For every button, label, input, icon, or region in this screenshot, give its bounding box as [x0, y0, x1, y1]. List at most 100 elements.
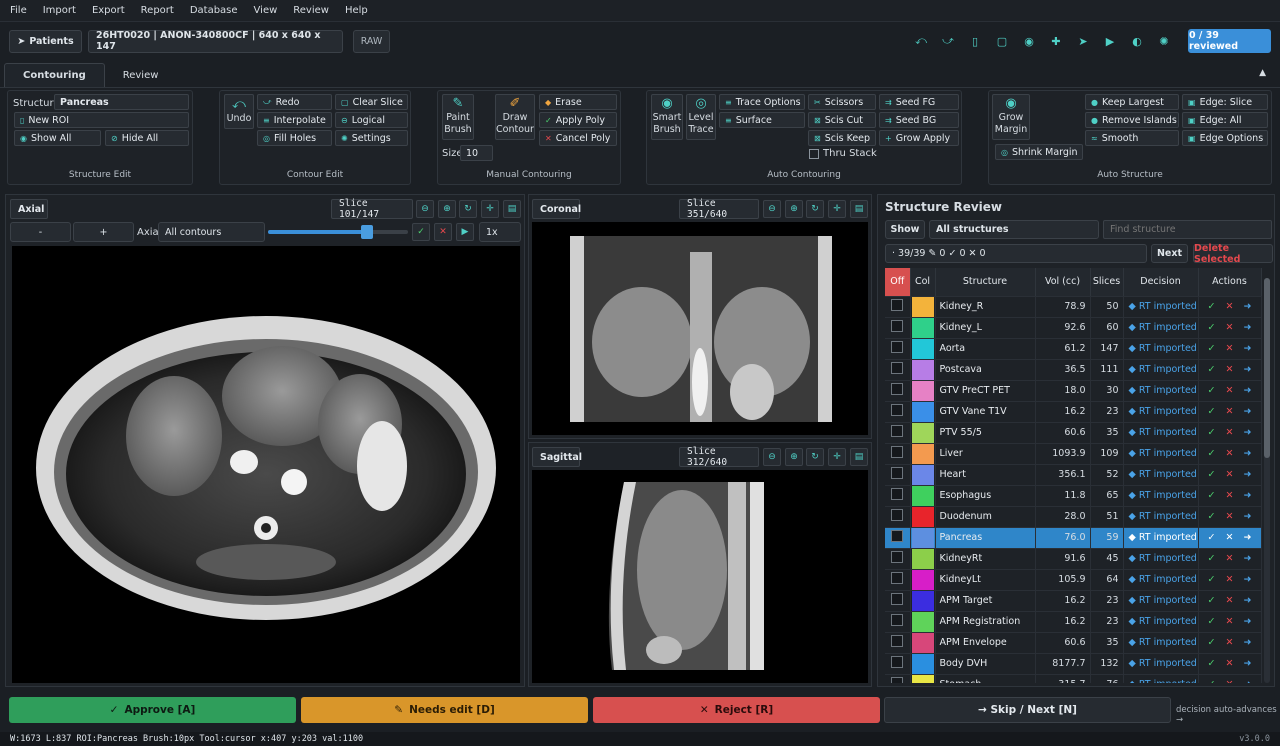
reject-row-icon[interactable]: ✕ [1221, 511, 1239, 522]
decision-cell[interactable]: ◆ RT imported [1123, 359, 1199, 381]
zoom-out-icon[interactable]: ⊖ [416, 200, 434, 218]
table-row[interactable]: Stomach315.776◆ RT imported ✓✕➜ [885, 674, 1262, 683]
decision-cell[interactable]: ◆ RT imported [1123, 401, 1199, 423]
approve-row-icon[interactable]: ✓ [1203, 511, 1221, 522]
decision-cell[interactable]: ◆ RT imported [1123, 464, 1199, 486]
layout-icon[interactable]: ▤ [503, 200, 521, 218]
menu-review[interactable]: Review [287, 5, 335, 16]
reject-row-icon[interactable]: ✕ [1221, 679, 1239, 683]
goto-row-icon[interactable]: ➜ [1239, 595, 1257, 606]
smooth-button[interactable]: ≈ Smooth [1085, 130, 1179, 146]
grow-apply-button[interactable]: + Grow Apply [879, 130, 959, 146]
seed-bg-button[interactable]: ⇉ Seed BG [879, 112, 959, 128]
zoom-in-icon[interactable]: ⊕ [785, 200, 803, 218]
approve-row-icon[interactable]: ✓ [1203, 406, 1221, 417]
reject-row-icon[interactable]: ✕ [1221, 301, 1239, 312]
header-decision[interactable]: Decision [1123, 268, 1199, 297]
approve-row-icon[interactable]: ✓ [1203, 427, 1221, 438]
menu-help[interactable]: Help [339, 5, 374, 16]
decision-cell[interactable]: ◆ RT imported [1123, 527, 1199, 549]
approve-row-icon[interactable]: ✓ [1203, 532, 1221, 543]
table-row[interactable]: APM Registration 16.2 23 ◆ RT imported ✓ ✕ ➜ [885, 611, 1262, 633]
table-row[interactable]: Duodenum 28.0 51 ◆ RT imported ✓ ✕ ➜ [885, 506, 1262, 528]
slice-slider[interactable] [268, 225, 408, 239]
visibility-toggle[interactable] [885, 359, 911, 381]
visibility-toggle[interactable] [885, 422, 911, 444]
next-button[interactable]: Next [1151, 244, 1188, 263]
reset-icon[interactable]: ↻ [806, 448, 824, 466]
approve-row-icon[interactable]: ✓ [1203, 322, 1221, 333]
undo-button[interactable]: ⤺ Undo [224, 94, 254, 129]
approve-row-icon[interactable]: ✓ [1203, 616, 1221, 627]
goto-row-icon[interactable]: ➜ [1239, 301, 1257, 312]
table-row[interactable]: Body DVH 8177.7 132 ◆ RT imported ✓ ✕ ➜ [885, 653, 1262, 675]
color-swatch[interactable] [911, 422, 934, 442]
goto-row-icon[interactable]: ➜ [1239, 553, 1257, 564]
zoom-in-icon[interactable]: ⊕ [438, 200, 456, 218]
reject-row-icon[interactable]: ✕ [1221, 427, 1239, 438]
visibility-toggle[interactable] [885, 527, 911, 549]
scissors-button[interactable]: ✂ Scissors [808, 94, 876, 110]
goto-row-icon[interactable]: ➜ [1239, 637, 1257, 648]
show-all-button[interactable]: ◉ Show All [14, 130, 101, 146]
goto-row-icon[interactable]: ➜ [1239, 427, 1257, 438]
table-row[interactable]: APM Envelope 60.6 35 ◆ RT imported ✓ ✕ ➜ [885, 632, 1262, 654]
crosshair-icon[interactable]: ✛ [828, 200, 846, 218]
decision-cell[interactable]: ◆ RT imported [1123, 443, 1199, 465]
color-swatch[interactable] [911, 506, 934, 526]
color-swatch[interactable] [911, 527, 934, 547]
redo-icon[interactable]: ⤻ [937, 30, 959, 52]
approve-row-icon[interactable]: ✓ [1203, 658, 1221, 669]
table-row[interactable]: Kidney_R 78.9 50 ◆ RT imported ✓ ✕ ➜ [885, 296, 1262, 318]
play-icon[interactable]: ▶ [456, 223, 474, 241]
table-row[interactable]: PTV 55/5 60.6 35 ◆ RT imported ✓ ✕ ➜ [885, 422, 1262, 444]
settings-button[interactable]: ✺ Settings [335, 130, 408, 146]
zoom-out-icon[interactable]: ⊖ [763, 200, 781, 218]
patients-button[interactable]: ➤ Patients [9, 29, 82, 53]
visibility-toggle[interactable] [885, 611, 911, 633]
visibility-toggle[interactable] [885, 338, 911, 360]
document-icon[interactable]: ▯ [964, 30, 986, 52]
reject-row-icon[interactable]: ✕ [1221, 595, 1239, 606]
reset-icon[interactable]: ↻ [806, 200, 824, 218]
goto-row-icon[interactable]: ➜ [1239, 385, 1257, 396]
clear-slice-button[interactable]: ▢ Clear Slice [335, 94, 408, 110]
decision-cell[interactable]: ◆ RT imported [1123, 506, 1199, 528]
header-off[interactable]: Off [885, 268, 911, 297]
patient-info-field[interactable]: 26HT0020 | ANON-340800CF | 640 x 640 x 1… [88, 29, 343, 53]
layout-icon[interactable]: ▤ [850, 200, 868, 218]
approve-row-icon[interactable]: ✓ [1203, 679, 1221, 683]
reviewed-counter[interactable]: 0 / 39 reviewed [1188, 29, 1271, 53]
approve-row-icon[interactable]: ✓ [1203, 574, 1221, 585]
menu-report[interactable]: Report [135, 5, 180, 16]
undo-icon[interactable]: ⤺ [910, 30, 932, 52]
goto-row-icon[interactable]: ➜ [1239, 658, 1257, 669]
menu-view[interactable]: View [248, 5, 284, 16]
color-swatch[interactable] [911, 611, 934, 631]
approve-row-icon[interactable]: ✓ [1203, 343, 1221, 354]
table-scrollbar[interactable] [1264, 278, 1270, 683]
level-trace-button[interactable]: ◎ Level Trace [686, 94, 716, 140]
visibility-toggle[interactable] [885, 317, 911, 339]
approve-row-icon[interactable]: ✓ [1203, 490, 1221, 501]
approve-row-icon[interactable]: ✓ [1203, 595, 1221, 606]
decision-cell[interactable]: ◆ RT imported [1123, 380, 1199, 402]
reject-row-icon[interactable]: ✕ [1221, 616, 1239, 627]
reject-row-icon[interactable]: ✕ [1221, 448, 1239, 459]
logical-button[interactable]: ⊖ Logical [335, 112, 408, 128]
reset-icon[interactable]: ↻ [459, 200, 477, 218]
edge-slice-button[interactable]: ▣ Edge: Slice [1182, 94, 1268, 110]
decision-cell[interactable]: ◆ RT imported [1123, 317, 1199, 339]
reject-row-icon[interactable]: ✕ [1221, 469, 1239, 480]
crosshair-icon[interactable]: ✚ [1045, 30, 1067, 52]
decision-cell[interactable]: ◆ RT imported [1123, 422, 1199, 444]
color-swatch[interactable] [911, 485, 934, 505]
table-row[interactable]: GTV PreCT PET 18.0 30 ◆ RT imported ✓ ✕ ➜ [885, 380, 1262, 402]
reject-row-icon[interactable]: ✕ [1221, 364, 1239, 375]
approve-row-icon[interactable]: ✓ [1203, 448, 1221, 459]
contour-filter-select[interactable]: All contours [158, 222, 265, 242]
interpolate-button[interactable]: ≡ Interpolate [257, 112, 332, 128]
seed-fg-button[interactable]: ⇉ Seed FG [879, 94, 959, 110]
scis-keep-button[interactable]: ⊠ Scis Keep [808, 130, 876, 146]
reject-row-icon[interactable]: ✕ [1221, 343, 1239, 354]
